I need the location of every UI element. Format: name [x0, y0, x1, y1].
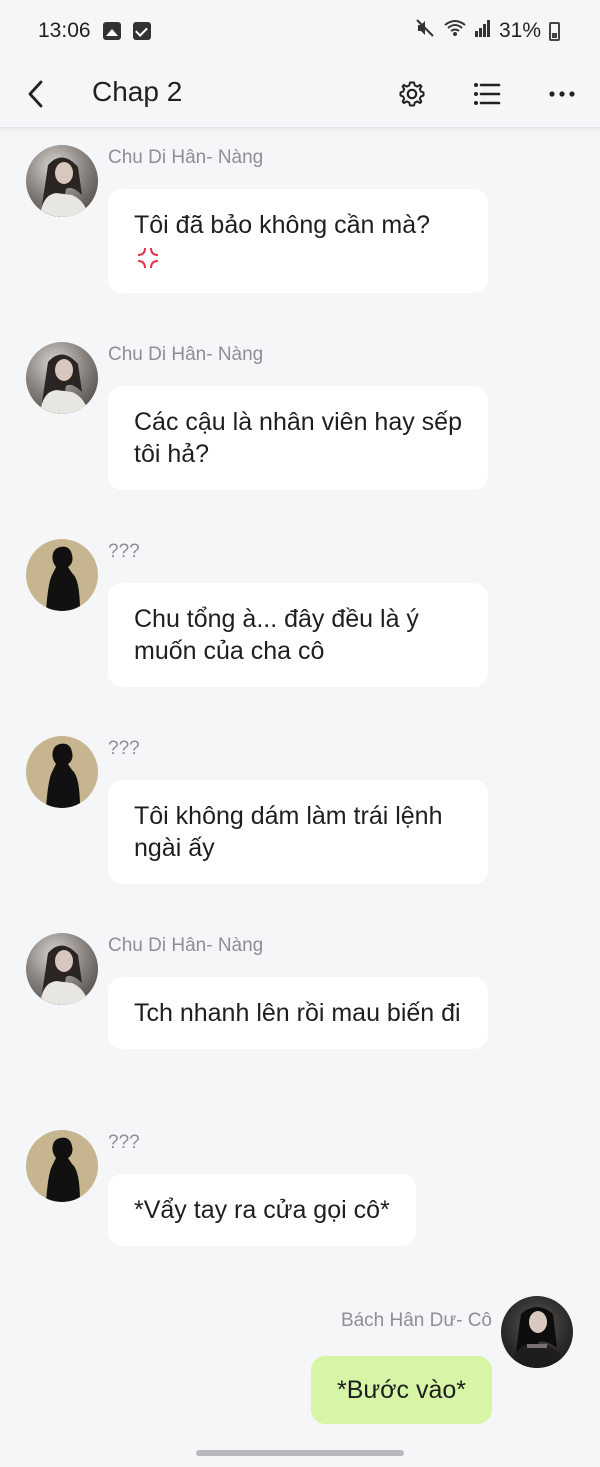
app-bar: Chap 2: [0, 62, 600, 128]
back-icon: [28, 80, 43, 108]
message-text: Chu tổng à... đây đều là ý muốn của cha …: [134, 605, 419, 665]
message-bubble[interactable]: Tch nhanh lên rồi mau biến đi: [108, 977, 488, 1049]
avatar[interactable]: [26, 933, 98, 1005]
status-left: 13:06: [38, 19, 151, 43]
more-icon: [549, 91, 575, 97]
message-bubble[interactable]: *Vẩy tay ra cửa gọi cô*: [108, 1174, 416, 1246]
avatar[interactable]: [26, 736, 98, 808]
back-button[interactable]: [14, 72, 58, 116]
list-icon: [474, 83, 501, 105]
message-item: ??? Tôi không dám làm trái lệnh ngài ấy: [0, 736, 600, 886]
message-text: Các cậu là nhân viên hay sếp tôi hả?: [134, 408, 462, 468]
settings-button[interactable]: [388, 70, 436, 118]
message-bubble[interactable]: Chu tổng à... đây đều là ý muốn của cha …: [108, 583, 488, 687]
mute-icon: [415, 18, 435, 44]
status-right: 31%: [415, 18, 560, 44]
message-text: *Vẩy tay ra cửa gọi cô*: [134, 1196, 390, 1224]
anger-icon: [134, 244, 162, 272]
sender-name: Chu Di Hân- Nàng: [108, 935, 264, 956]
message-text: *Bước vào*: [336, 1376, 466, 1404]
silhouette-avatar-icon: [46, 546, 80, 611]
girl-avatar-icon: [40, 945, 88, 1005]
message-bubble[interactable]: Các cậu là nhân viên hay sếp tôi hả?: [108, 386, 488, 490]
message-text: Tch nhanh lên rồi mau biến đi: [134, 999, 461, 1027]
sender-name: Bách Hân Dư- Cô: [340, 1310, 492, 1331]
check-icon: [132, 22, 151, 40]
message-item: ??? Chu tổng à... đây đều là ý muốn của …: [0, 539, 600, 689]
home-indicator[interactable]: [196, 1450, 404, 1456]
signal-icon: [474, 19, 491, 43]
girl-avatar-icon: [40, 354, 88, 414]
own-avatar[interactable]: [501, 1296, 573, 1368]
wifi-icon: [443, 18, 467, 44]
silhouette-avatar-icon: [46, 1137, 80, 1202]
message-item: Chu Di Hân- Nàng Tch nhanh lên rồi mau b…: [0, 933, 600, 1083]
message-text: Tôi đã bảo không cần mà?: [134, 211, 431, 239]
status-bar: 13:06 31%: [0, 0, 600, 62]
message-item: Chu Di Hân- Nàng Các cậu là nhân viên ha…: [0, 342, 600, 492]
battery-icon: [549, 21, 560, 41]
gear-icon: [399, 81, 425, 107]
battery-percent: 31%: [498, 19, 541, 42]
message-item: ??? *Vẩy tay ra cửa gọi cô*: [0, 1130, 600, 1250]
silhouette-avatar-icon: [46, 743, 80, 808]
avatar[interactable]: [26, 539, 98, 611]
status-time: 13:06: [38, 19, 91, 42]
image-icon: [102, 22, 121, 40]
sender-name: ???: [108, 541, 140, 562]
page-title: Chap 2: [92, 76, 183, 107]
message-item: Chu Di Hân- Nàng Tôi đã bảo không cần mà…: [0, 145, 600, 295]
chapter-list-button[interactable]: [463, 70, 511, 118]
sender-name: ???: [108, 1132, 140, 1153]
avatar[interactable]: [26, 342, 98, 414]
girl-avatar-icon: [40, 157, 88, 217]
message-bubble[interactable]: Tôi không dám làm trái lệnh ngài ấy: [108, 780, 488, 884]
own-message-bubble[interactable]: *Bước vào*: [310, 1356, 492, 1424]
more-button[interactable]: [538, 70, 586, 118]
avatar[interactable]: [26, 145, 98, 217]
sender-name: Chu Di Hân- Nàng: [108, 344, 264, 365]
message-bubble[interactable]: Tôi đã bảo không cần mà?: [108, 189, 488, 293]
sender-name: Chu Di Hân- Nàng: [108, 147, 264, 168]
girl-avatar-icon: [511, 1307, 565, 1368]
avatar[interactable]: [26, 1130, 98, 1202]
message-text: Tôi không dám làm trái lệnh ngài ấy: [134, 802, 443, 862]
sender-name: ???: [108, 738, 140, 759]
own-message-item: Bách Hân Dư- Cô *Bước vào*: [0, 1296, 600, 1426]
